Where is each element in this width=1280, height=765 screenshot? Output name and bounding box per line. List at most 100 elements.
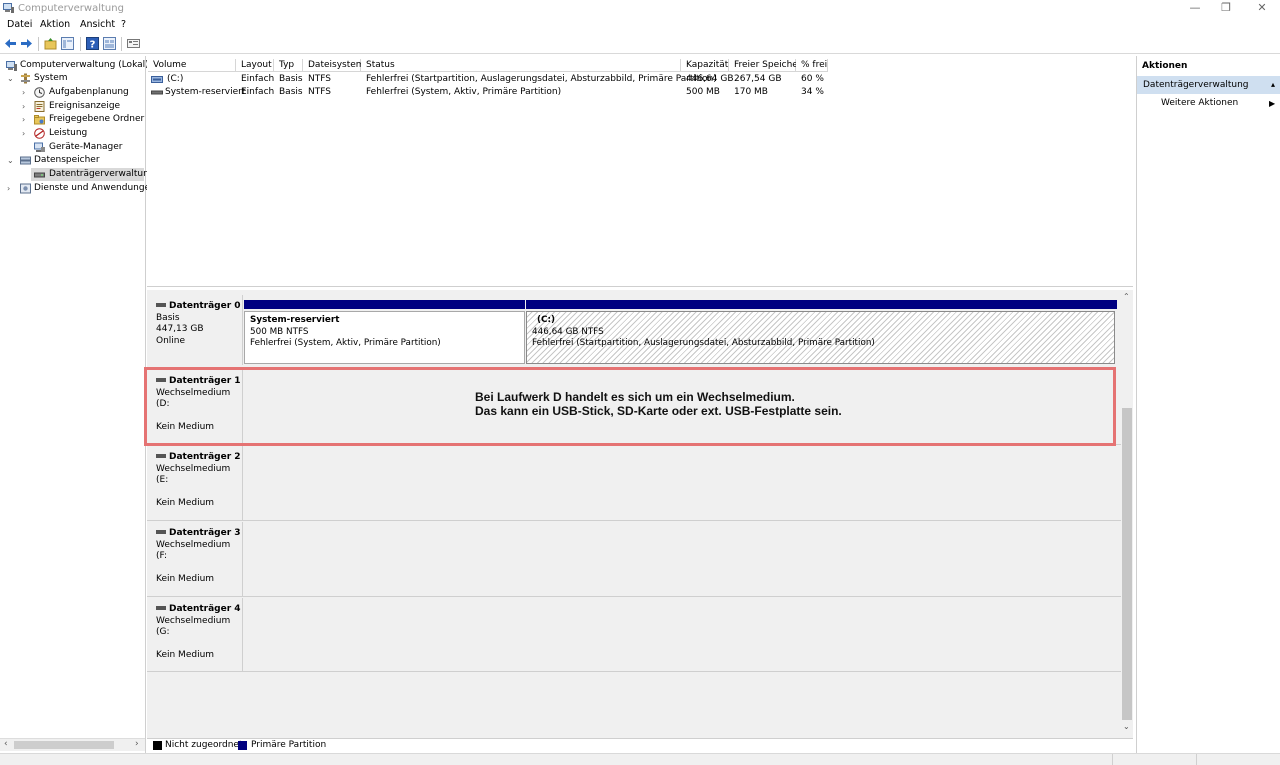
tree-item-root[interactable]: Computerverwaltung (Lokal) xyxy=(0,59,149,72)
scrollbar-thumb[interactable] xyxy=(14,741,114,749)
menu-aktion[interactable]: Aktion xyxy=(40,19,70,30)
tree-item-ereignisanzeige[interactable]: › Ereignisanzeige xyxy=(0,100,145,113)
view-icon[interactable] xyxy=(103,37,116,50)
tree-item-datentraegerverwaltung[interactable]: Datenträgerverwaltung xyxy=(31,168,155,181)
cell-volume: (C:) xyxy=(167,74,184,84)
status-divider xyxy=(1196,754,1197,765)
disk-label-2[interactable]: Datenträger 2 Wechselmedium (E: Kein Med… xyxy=(148,446,243,521)
cell-layout: Einfach xyxy=(241,87,275,97)
cell-prozent-frei: 34 % xyxy=(801,87,824,97)
title-bar: Computerverwaltung — ❐ ✕ xyxy=(0,0,1280,18)
minimize-button[interactable]: — xyxy=(1180,0,1210,17)
legend-swatch-primary xyxy=(238,741,247,750)
legend-label-primary: Primäre Partition xyxy=(251,740,327,750)
chevron-right-icon[interactable]: › xyxy=(22,86,30,99)
disk-icon xyxy=(156,303,166,307)
help-icon[interactable]: ? xyxy=(86,37,99,50)
console-tree: Computerverwaltung (Lokal) ⌄ System › Au… xyxy=(0,56,156,753)
event-viewer-icon xyxy=(34,101,45,112)
chevron-down-icon[interactable]: ⌄ xyxy=(7,154,15,167)
partition-size: 446,64 GB NTFS xyxy=(532,326,604,337)
tree-label: System xyxy=(34,73,68,83)
restore-button[interactable]: ❐ xyxy=(1211,0,1241,17)
column-header-typ[interactable]: Typ xyxy=(274,59,303,72)
scrollbar-thumb[interactable] xyxy=(1122,408,1132,720)
cell-status: Fehlerfrei (System, Aktiv, Primäre Parti… xyxy=(366,87,562,97)
scroll-left-icon[interactable]: ‹ xyxy=(4,739,8,749)
performance-icon xyxy=(34,128,45,139)
tree-horizontal-scrollbar[interactable]: ‹ › xyxy=(0,738,145,751)
scroll-up-icon[interactable]: ⌃ xyxy=(1123,292,1130,301)
column-header-status[interactable]: Status xyxy=(361,59,681,72)
scroll-right-icon[interactable]: › xyxy=(135,739,139,749)
up-folder-icon[interactable] xyxy=(44,37,57,50)
scroll-down-icon[interactable]: ⌄ xyxy=(1123,722,1130,731)
menu-datei[interactable]: Datei xyxy=(7,19,32,30)
action-weitere-aktionen[interactable]: Weitere Aktionen xyxy=(1161,97,1238,110)
toolbar-separator xyxy=(38,37,39,51)
column-header-kapazitaet[interactable]: Kapazität xyxy=(681,59,729,72)
column-header-freier-speicher[interactable]: Freier Speicher xyxy=(729,59,802,72)
partition-size: 500 MB NTFS xyxy=(250,326,309,337)
chevron-right-icon[interactable]: › xyxy=(22,100,30,113)
disk-status: Kein Medium xyxy=(156,650,215,660)
menu-ansicht[interactable]: Ansicht xyxy=(80,19,115,30)
tree-item-datenspeicher[interactable]: ⌄ Datenspeicher xyxy=(0,154,145,167)
partition-name: System-reserviert xyxy=(250,315,340,325)
disk-type: Basis xyxy=(156,312,180,323)
tree-label: Leistung xyxy=(49,128,88,138)
tree-label: Ereignisanzeige xyxy=(49,101,121,111)
status-bar xyxy=(0,753,1280,765)
disk-status: Online xyxy=(156,335,186,346)
actions-section-label: Datenträgerverwaltung xyxy=(1143,80,1249,90)
partition-system-reserviert[interactable]: System-reserviert 500 MB NTFS Fehlerfrei… xyxy=(244,311,525,364)
disk-icon xyxy=(156,454,166,458)
cell-kapazitaet: 446,64 GB xyxy=(686,74,734,84)
tree-item-freigegebene-ordner[interactable]: › Freigegebene Ordner xyxy=(0,113,145,126)
column-header-dateisystem[interactable]: Dateisystem xyxy=(303,59,365,72)
collapse-icon[interactable]: ▴ xyxy=(1271,76,1275,94)
chevron-right-icon[interactable]: › xyxy=(7,182,15,195)
column-header-layout[interactable]: Layout xyxy=(236,59,274,72)
cell-dateisystem: NTFS xyxy=(308,87,331,97)
storage-icon xyxy=(20,156,31,165)
chevron-right-icon[interactable]: › xyxy=(22,113,30,126)
partition-header-bar xyxy=(244,300,525,309)
forward-arrow-icon[interactable] xyxy=(20,37,33,50)
shared-folder-icon xyxy=(34,115,45,125)
disk-name: Datenträger 2 xyxy=(169,452,241,462)
chevron-right-icon[interactable]: › xyxy=(22,127,30,140)
column-header-volume[interactable]: Volume xyxy=(148,59,236,72)
chevron-down-icon[interactable]: ⌄ xyxy=(7,72,15,85)
tree-item-geraete-manager[interactable]: Geräte-Manager xyxy=(0,141,145,154)
table-row[interactable]: (C:) Einfach Basis NTFS Fehlerfrei (Star… xyxy=(148,73,828,86)
cell-freier-speicher: 267,54 GB xyxy=(734,74,782,84)
disk-label-3[interactable]: Datenträger 3 Wechselmedium (F: Kein Med… xyxy=(148,522,243,597)
tree-item-dienste[interactable]: › Dienste und Anwendungen xyxy=(0,182,156,195)
tree-item-leistung[interactable]: › Leistung xyxy=(0,127,145,140)
disk-label-4[interactable]: Datenträger 4 Wechselmedium (G: Kein Med… xyxy=(148,598,243,672)
actions-section-datentraegerverwaltung[interactable]: Datenträgerverwaltung ▴ xyxy=(1137,76,1280,94)
disk-label-0[interactable]: Datenträger 0 Basis 447,13 GB Online xyxy=(148,295,243,365)
tree-label: Geräte-Manager xyxy=(49,142,123,152)
table-row[interactable]: System-reserviert Einfach Basis NTFS Feh… xyxy=(148,86,828,99)
tree-item-system[interactable]: ⌄ System xyxy=(0,72,145,85)
partition-name: (C:) xyxy=(537,315,556,325)
cell-status: Fehlerfrei (Startpartition, Auslagerungs… xyxy=(366,74,717,84)
properties-icon[interactable] xyxy=(127,37,140,50)
disk-row-2: Datenträger 2 Wechselmedium (E: Kein Med… xyxy=(147,446,1124,521)
submenu-arrow-icon[interactable]: ▶ xyxy=(1269,97,1275,110)
tools-icon xyxy=(21,73,30,84)
tree-item-aufgabenplanung[interactable]: › Aufgabenplanung xyxy=(0,86,145,99)
disk-name: Datenträger 4 xyxy=(169,604,241,614)
disk-management-icon xyxy=(34,172,45,178)
column-header-prozent-frei[interactable]: % frei xyxy=(796,59,828,72)
partition-c[interactable]: (C:) 446,64 GB NTFS Fehlerfrei (Startpar… xyxy=(526,311,1115,364)
show-console-tree-icon[interactable] xyxy=(61,37,74,50)
disk-status: Kein Medium xyxy=(156,574,215,584)
disk-name: Datenträger 3 xyxy=(169,528,241,538)
close-button[interactable]: ✕ xyxy=(1247,0,1277,17)
disk-icon xyxy=(156,606,166,610)
menu-help[interactable]: ? xyxy=(121,19,126,30)
back-arrow-icon[interactable] xyxy=(4,37,17,50)
